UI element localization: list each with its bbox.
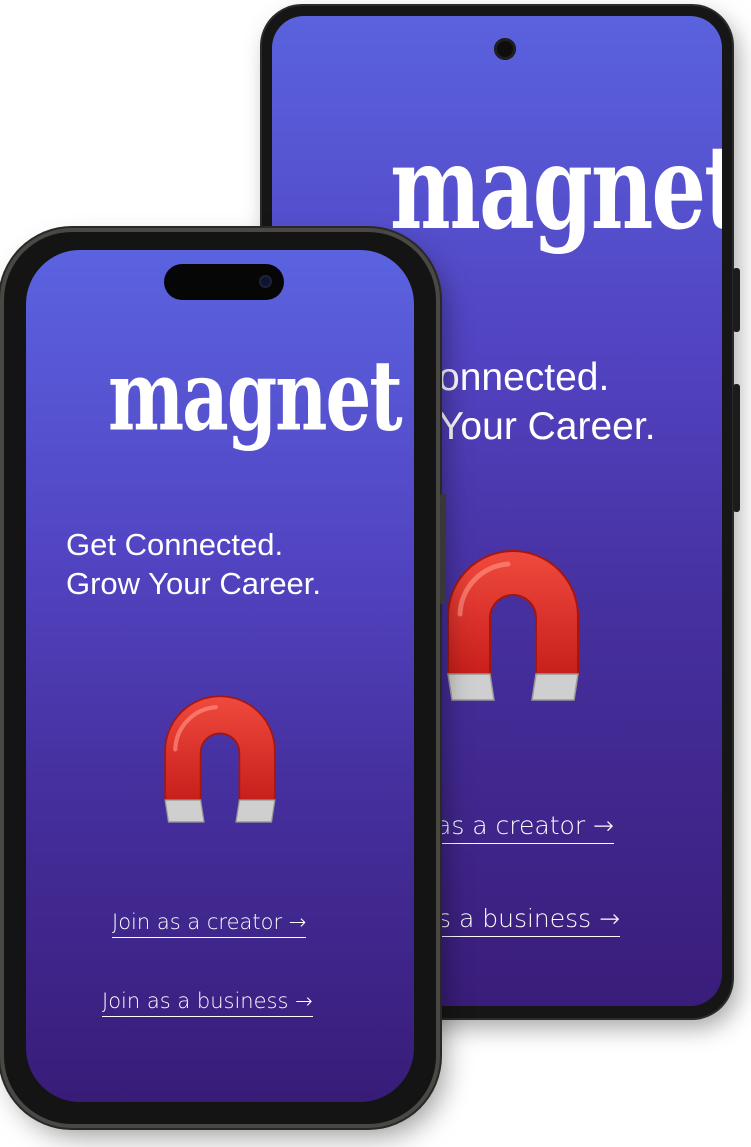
iphone-side-button: [440, 494, 446, 604]
tagline-line-1: onnected.: [438, 356, 610, 399]
join-business-link[interactable]: s a business →: [438, 904, 621, 937]
horseshoe-magnet-icon: [164, 695, 276, 823]
tagline-line-2: Grow Your Career.: [66, 565, 322, 601]
android-volume-button: [733, 384, 740, 512]
tagline: onnected. Your Career.: [438, 354, 656, 452]
horseshoe-magnet-icon: [447, 550, 579, 701]
iphone-mockup: magnet Get Connected. Grow Your Career. …: [4, 232, 446, 1124]
join-creator-link[interactable]: as a creator →: [436, 811, 615, 844]
dynamic-island: [164, 264, 284, 300]
magnet-logo: magnet: [108, 337, 403, 453]
tagline-line-1: Get Connected.: [66, 527, 284, 562]
tagline-line-2: Your Career.: [438, 404, 656, 448]
magnet-logo: magnet: [390, 120, 722, 257]
iphone-screen: magnet Get Connected. Grow Your Career. …: [26, 250, 414, 1102]
front-camera-icon: [494, 38, 516, 60]
android-power-button: [733, 268, 740, 332]
tagline: Get Connected. Grow Your Career.: [66, 526, 321, 604]
join-business-link[interactable]: Join as a business →: [102, 989, 313, 1017]
join-creator-link[interactable]: Join as a creator →: [112, 910, 307, 938]
